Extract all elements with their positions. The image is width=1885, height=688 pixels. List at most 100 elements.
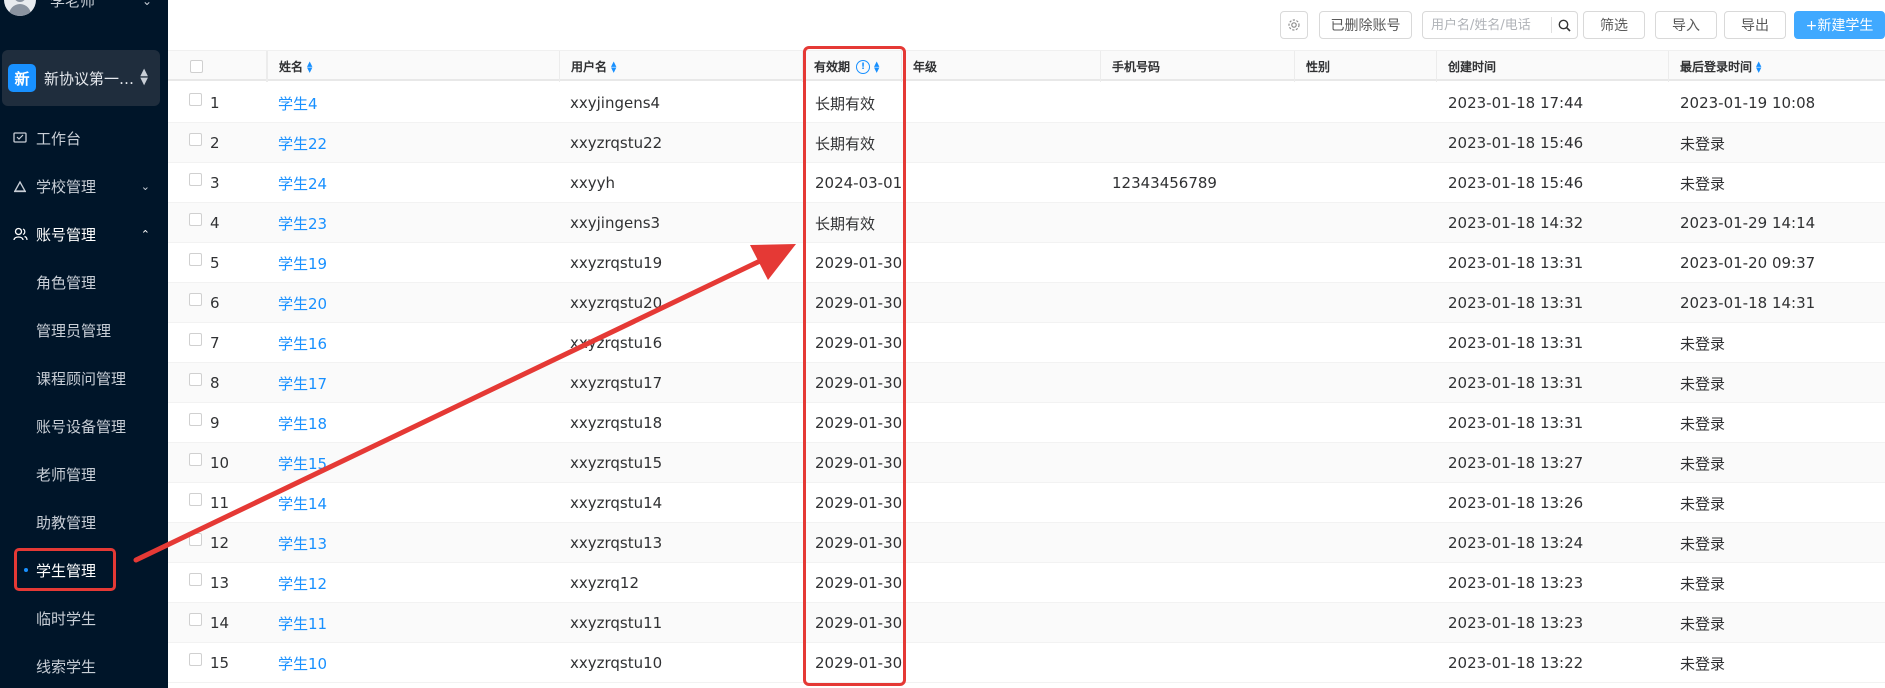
row-checkbox[interactable] [189,252,202,266]
row-checkbox[interactable] [189,92,202,106]
cell-name-link[interactable]: 学生20 [278,283,327,323]
row-checkbox[interactable] [189,292,202,306]
row-checkbox[interactable] [189,172,202,186]
cell-validity: 2029-01-30 [815,414,903,432]
search-box [1422,11,1578,39]
table-row[interactable]: 11 学生14 xxyzrqstu14 2029-01-30 2023-01-18 13… [168,483,1885,523]
cell-name-link[interactable]: 学生23 [278,203,327,243]
export-button[interactable]: 导出 [1724,11,1786,39]
column-header-last-login[interactable]: 最后登录时间 ▲ ▼ [1668,51,1885,82]
submenu-label: 老师管理 [36,465,97,484]
cell-name-link[interactable]: 学生14 [278,483,327,523]
table-row[interactable]: 2 学生22 xxyzrqstu22 长期有效 2023-01-18 15:46 未登录 [168,123,1885,163]
menu-item-accounts[interactable]: 账号管理 ⌃ [0,214,168,254]
table-row[interactable]: 6 学生20 xxyzrqstu20 2029-01-30 2023-01-18 13:… [168,283,1885,323]
deleted-accounts-button[interactable]: 已删除账号 [1319,11,1412,39]
cell-validity: 2024-03-01 [815,174,903,192]
cell-username: xxyzrqstu11 [570,614,663,632]
table-row[interactable]: 4 学生23 xxyjingens3 长期有效 2023-01-18 14:32 2023… [168,203,1885,243]
settings-button[interactable] [1280,11,1308,39]
sidebar-item-assistants[interactable]: 助教管理 [0,502,168,542]
table-row[interactable]: 10 学生15 xxyzrqstu15 2029-01-30 2023-01-18 13… [168,443,1885,483]
table-row[interactable]: 13 学生12 xxyzrq12 2029-01-30 2023-01-18 13:23… [168,563,1885,603]
school-icon [12,178,28,194]
menu-item-school[interactable]: 学校管理 ⌄ [0,166,168,206]
sidebar-item-roles[interactable]: 角色管理 [0,262,168,302]
cell-username: xxyzrqstu19 [570,254,663,272]
row-checkbox[interactable] [189,212,202,226]
table-row[interactable]: 12 学生13 xxyzrqstu13 2029-01-30 2023-01-18 13… [168,523,1885,563]
cell-name-link[interactable]: 学生12 [278,563,327,603]
user-profile[interactable]: 李老师 ⌄ [0,0,168,18]
sidebar-item-temp-students[interactable]: 临时学生 [0,598,168,638]
cell-last-login: 未登录 [1680,334,1726,353]
sidebar-item-lead-students[interactable]: 线索学生 [0,646,168,686]
table-row[interactable]: 3 学生24 xxyyh 2024-03-01 12343456789 2023-01-1… [168,163,1885,203]
cell-username: xxyyh [570,174,616,192]
cell-validity: 2029-01-30 [815,534,903,552]
select-all-cell [168,51,266,82]
sort-icon[interactable]: ▲ ▼ [1756,60,1761,73]
column-header-grade: 年级 [901,51,1100,82]
row-checkbox[interactable] [189,532,202,546]
cell-name-link[interactable]: 学生15 [278,443,327,483]
sort-icon[interactable]: ▲ ▼ [874,60,879,73]
select-all-checkbox[interactable] [190,60,203,73]
row-checkbox[interactable] [189,452,202,466]
table-row[interactable]: 1 学生4 xxyjingens4 长期有效 2023-01-18 17:44 2023-… [168,83,1885,123]
cell-validity: 2029-01-30 [815,294,903,312]
sidebar-item-admins[interactable]: 管理员管理 [0,310,168,350]
table-row[interactable]: 9 学生18 xxyzrqstu18 2029-01-30 2023-01-18 13:… [168,403,1885,443]
sidebar-item-course-advisors[interactable]: 课程顾问管理 [0,358,168,398]
row-select-cell [189,83,202,123]
cell-name-link[interactable]: 学生18 [278,403,327,443]
submenu-label: 学生管理 [36,561,97,580]
cell-name-link[interactable]: 学生17 [278,363,327,403]
info-icon[interactable]: ! [856,59,871,74]
row-checkbox[interactable] [189,332,202,346]
column-header-username[interactable]: 用户名 ▲ ▼ [559,51,802,82]
sidebar-item-account-devices[interactable]: 账号设备管理 [0,406,168,446]
column-header-name[interactable]: 姓名 ▲ ▼ [267,51,559,82]
cell-validity: 长期有效 [815,94,876,113]
search-icon[interactable] [1552,19,1577,32]
chevron-up-icon: ⌃ [140,227,150,241]
cell-username: xxyzrqstu13 [570,534,663,552]
row-checkbox[interactable] [189,492,202,506]
cell-name-link[interactable]: 学生4 [278,83,318,123]
new-student-button[interactable]: +新建学生 [1794,11,1885,39]
sort-icon[interactable]: ▲ ▼ [611,60,616,73]
sort-icon[interactable]: ▲ ▼ [307,60,312,73]
table-row[interactable]: 8 学生17 xxyzrqstu17 2029-01-30 2023-01-18 13:… [168,363,1885,403]
cell-name-link[interactable]: 学生16 [278,323,327,363]
import-button[interactable]: 导入 [1655,11,1717,39]
row-checkbox[interactable] [189,132,202,146]
row-checkbox[interactable] [189,372,202,386]
row-checkbox[interactable] [189,652,202,666]
table-row[interactable]: 7 学生16 xxyzrqstu16 2029-01-30 2023-01-18 13:… [168,323,1885,363]
cell-created: 2023-01-18 13:24 [1448,534,1584,552]
cell-validity: 2029-01-30 [815,614,903,632]
table-row[interactable]: 5 学生19 xxyzrqstu19 2029-01-30 2023-01-18 13:… [168,243,1885,283]
cell-name-link[interactable]: 学生22 [278,123,327,163]
row-checkbox[interactable] [189,572,202,586]
column-header-validity[interactable]: 有效期! ▲ ▼ [802,51,901,82]
cell-name-link[interactable]: 学生10 [278,643,327,683]
row-checkbox[interactable] [189,612,202,626]
cell-name-link[interactable]: 学生19 [278,243,327,283]
search-input[interactable] [1431,17,1551,33]
sidebar-item-students[interactable]: 学生管理 [0,550,168,590]
row-checkbox[interactable] [189,412,202,426]
org-name: 新协议第一… [44,69,135,88]
table-row[interactable]: 14 学生11 xxyzrqstu11 2029-01-30 2023-01-18 13… [168,603,1885,643]
table-row[interactable]: 15 学生10 xxyzrqstu10 2029-01-30 2023-01-18 13… [168,643,1885,683]
cell-name-link[interactable]: 学生13 [278,523,327,563]
chevron-down-icon[interactable]: ⌄ [142,0,152,8]
menu-item-workbench[interactable]: 工作台 [0,118,168,158]
filter-button[interactable]: 筛选 [1583,11,1645,39]
sidebar-item-teachers[interactable]: 老师管理 [0,454,168,494]
cell-created: 2023-01-18 13:31 [1448,334,1584,352]
org-switcher[interactable]: 新 新协议第一… ▲ ▼ [2,50,160,106]
cell-name-link[interactable]: 学生24 [278,163,327,203]
cell-name-link[interactable]: 学生11 [278,603,327,643]
